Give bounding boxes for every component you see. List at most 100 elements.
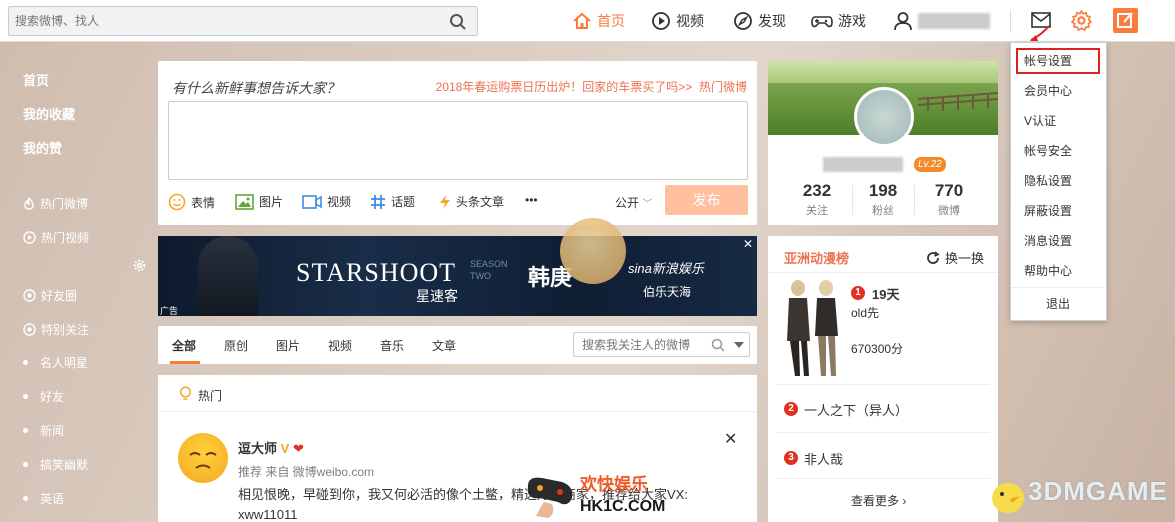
feed-section-label: 热门 bbox=[198, 389, 223, 403]
tab-original[interactable]: 原创 bbox=[224, 337, 248, 354]
leftnav-english[interactable]: 英语 bbox=[23, 490, 64, 507]
visibility-select[interactable]: 公开 ﹀ bbox=[615, 194, 652, 211]
post-avatar[interactable] bbox=[178, 433, 228, 483]
leftnav-friends-circle[interactable]: 好友圈 bbox=[23, 287, 77, 304]
rank1-score: 670300分 bbox=[851, 342, 904, 356]
tool-emoji[interactable]: 表情 bbox=[168, 193, 215, 211]
avatar-face-icon bbox=[189, 452, 217, 469]
menu-vip-center[interactable]: 会员中心 bbox=[1011, 76, 1106, 106]
gamepad-hand-watermark-icon bbox=[527, 477, 573, 518]
compose-button[interactable] bbox=[1113, 8, 1138, 33]
tool-video[interactable]: 视频 bbox=[302, 193, 351, 210]
menu-verification[interactable]: V认证 bbox=[1011, 106, 1106, 136]
leftnav-home[interactable]: 首页 bbox=[23, 70, 49, 89]
feed-search-input[interactable] bbox=[582, 337, 702, 353]
tool-article[interactable]: 头条文章 bbox=[439, 193, 504, 210]
post-close-icon[interactable]: ✕ bbox=[724, 429, 737, 449]
edit-icon bbox=[1117, 12, 1133, 28]
leftnav-celebrities[interactable]: 名人明星 bbox=[23, 354, 88, 371]
tab-images[interactable]: 图片 bbox=[276, 337, 300, 354]
publisher-textarea[interactable] bbox=[168, 101, 748, 180]
menu-block-settings[interactable]: 屏蔽设置 bbox=[1011, 196, 1106, 226]
rank2-title[interactable]: 一人之下（异人） bbox=[804, 400, 908, 419]
search-icon[interactable] bbox=[449, 13, 467, 31]
nav-profile[interactable] bbox=[893, 8, 918, 34]
feed-search-box[interactable] bbox=[573, 332, 750, 357]
anime-panel-title: 亚洲动漫榜 bbox=[784, 251, 850, 266]
tool-article-label: 头条文章 bbox=[456, 195, 505, 209]
banner-close-icon[interactable]: ✕ bbox=[743, 237, 753, 251]
search-box[interactable] bbox=[8, 6, 478, 36]
play-circle-icon bbox=[23, 231, 36, 244]
leftnav-friends[interactable]: 好友 bbox=[23, 388, 64, 405]
leftnav-hot-weibo[interactable]: 热门微博 bbox=[23, 195, 88, 212]
leftnav-favorites-label: 我的收藏 bbox=[23, 107, 76, 122]
tab-articles[interactable]: 文章 bbox=[432, 337, 456, 354]
menu-message-settings[interactable]: 消息设置 bbox=[1011, 226, 1106, 256]
anime-cover-image[interactable] bbox=[776, 276, 848, 382]
username-blurred[interactable] bbox=[918, 13, 990, 29]
menu-divider bbox=[1011, 287, 1106, 288]
banner-ad[interactable]: STARSHOOT SEASON TWO 星速客 韩庚 sina新浪娱乐 伯乐天… bbox=[158, 236, 757, 316]
menu-logout[interactable]: 退出 bbox=[1011, 289, 1106, 319]
leftnav-news[interactable]: 新闻 bbox=[23, 422, 64, 439]
stat-following[interactable]: 232 关注 bbox=[782, 181, 852, 218]
rank1-title[interactable]: 19天 bbox=[872, 284, 899, 303]
image-icon bbox=[235, 193, 254, 210]
rank-badge: 3 bbox=[784, 451, 798, 465]
profile-cover-sky bbox=[768, 61, 998, 83]
tool-topic[interactable]: 话题 bbox=[370, 193, 415, 210]
publish-label: 发布 bbox=[692, 192, 721, 208]
nav-game-label: 游戏 bbox=[838, 13, 866, 29]
menu-privacy-settings[interactable]: 隐私设置 bbox=[1011, 166, 1106, 196]
hot-topic-text[interactable]: 2018年春运购票日历出炉！回家的车票买了吗>> bbox=[436, 80, 693, 94]
chevron-down-icon: ﹀ bbox=[642, 199, 653, 210]
publish-button[interactable]: 发布 bbox=[665, 185, 748, 215]
gear-icon[interactable] bbox=[1071, 10, 1092, 31]
feed-section-header: 热门 bbox=[158, 375, 757, 412]
profile-name-blurred[interactable] bbox=[823, 157, 903, 172]
rank3-title[interactable]: 非人哉 bbox=[804, 449, 843, 468]
see-more-link[interactable]: 查看更多 › bbox=[851, 492, 906, 509]
leftnav-hot-video[interactable]: 热门视频 bbox=[23, 229, 89, 246]
menu-help-center[interactable]: 帮助中心 bbox=[1011, 256, 1106, 286]
nav-home[interactable]: 首页 bbox=[572, 8, 625, 34]
leftnav-funny[interactable]: 搞笑幽默 bbox=[23, 456, 88, 473]
video-icon bbox=[652, 12, 670, 30]
stat-followers[interactable]: 198 粉丝 bbox=[848, 181, 918, 218]
leftnav-special-follow[interactable]: 特别关注 bbox=[23, 321, 89, 338]
caret-down-icon[interactable] bbox=[734, 342, 744, 349]
nav-game[interactable]: 游戏 bbox=[811, 8, 866, 34]
nav-video[interactable]: 视频 bbox=[651, 8, 704, 34]
stat-posts-value: 770 bbox=[934, 181, 964, 200]
nav-discover[interactable]: 发现 bbox=[733, 8, 786, 34]
leftnav-friends-label: 好友 bbox=[40, 390, 65, 404]
publisher-hot-topic[interactable]: 2018年春运购票日历出炉！回家的车票买了吗>> 热门微博 bbox=[436, 78, 747, 95]
post-author[interactable]: 逗大师 V ❤ bbox=[238, 438, 304, 457]
watermark-hk-bottom: HK1C.COM bbox=[580, 498, 666, 515]
anime-refresh-button[interactable]: 换一换 bbox=[926, 248, 984, 267]
publisher-box: 有什么新鲜事想告诉大家？ 2018年春运购票日历出炉！回家的车票买了吗>> 热门… bbox=[158, 61, 757, 225]
leftnav-likes[interactable]: 我的赞 bbox=[23, 138, 62, 157]
tab-music[interactable]: 音乐 bbox=[380, 337, 404, 354]
fire-icon bbox=[24, 197, 34, 210]
leftnav-celebrities-label: 名人明星 bbox=[40, 356, 89, 370]
hot-weibo-link[interactable]: 热门微博 bbox=[699, 80, 747, 94]
leftnav-favorites[interactable]: 我的收藏 bbox=[23, 104, 75, 123]
search-icon[interactable] bbox=[711, 338, 725, 352]
stat-posts[interactable]: 770 微博 bbox=[914, 181, 984, 218]
menu-account-security[interactable]: 帐号安全 bbox=[1011, 136, 1106, 166]
profile-avatar[interactable] bbox=[854, 87, 914, 147]
search-input[interactable] bbox=[15, 12, 435, 30]
tab-all[interactable]: 全部 bbox=[172, 337, 196, 354]
circle-star-icon bbox=[23, 323, 36, 336]
tool-image[interactable]: 图片 bbox=[235, 193, 283, 210]
leftnav-settings-icon[interactable] bbox=[133, 259, 146, 272]
emoji-icon bbox=[168, 193, 186, 211]
leftnav-english-label: 英语 bbox=[40, 492, 65, 506]
post-author-name[interactable]: 逗大师 bbox=[238, 441, 277, 456]
tab-videos[interactable]: 视频 bbox=[328, 337, 352, 354]
stat-following-value: 232 bbox=[802, 181, 832, 200]
tool-more[interactable]: ••• bbox=[525, 193, 538, 207]
watermark-3dmgame: 3DMGAME bbox=[1028, 476, 1168, 506]
